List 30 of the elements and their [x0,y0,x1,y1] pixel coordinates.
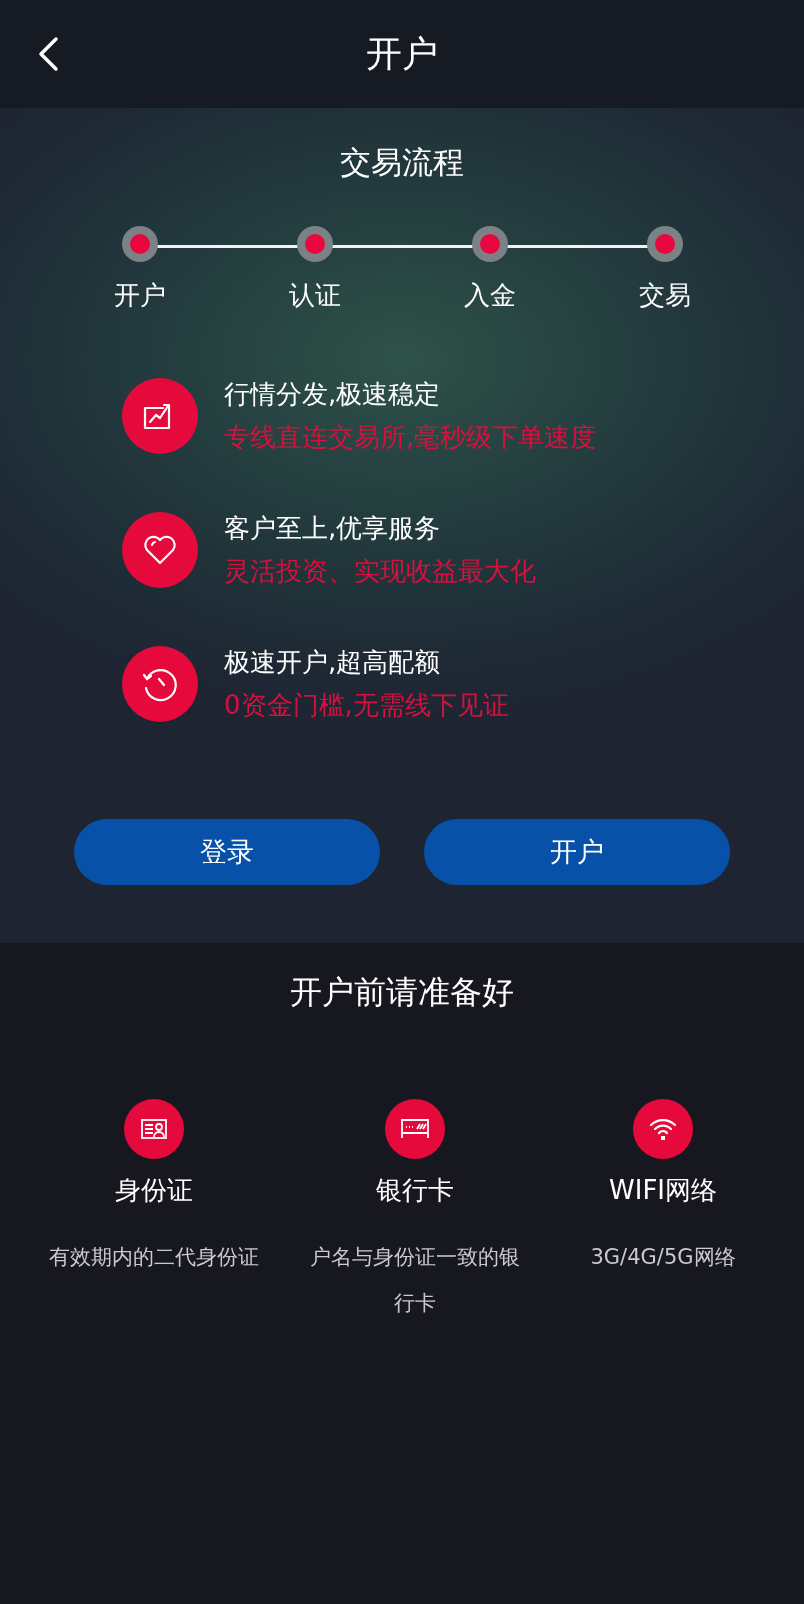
section-title: 交易流程 [340,143,464,182]
wifi-icon [649,1117,677,1141]
requirement-description: 3G/4G/5G网络 [590,1244,736,1271]
step-label: 入金 [463,279,516,312]
requirement-description: 有效期内的二代身份证 [49,1244,259,1271]
step-dot [646,226,683,262]
feature-subtitle: 灵活投资、实现收益最大化 [224,555,536,588]
bank-card-icon [401,1119,429,1139]
step-label: 开户 [113,279,166,312]
feature-title: 客户至上,优享服务 [224,512,442,545]
requirement-title: 身份证 [115,1174,193,1207]
step-dot [471,226,508,262]
action-button[interactable]: 登录 [74,819,380,885]
feature-subtitle: 0资金门槛,无需线下见证 [224,689,509,722]
requirement-description: 户名与身份证一致的银行卡 [309,1244,521,1317]
requirement-title: 银行卡 [376,1174,454,1207]
requirement-title: WIFI网络 [609,1174,717,1207]
action-button[interactable]: 开户 [424,819,730,885]
step-dot [296,226,333,262]
step-label: 认证 [288,279,341,312]
step-dot [121,226,158,262]
heart-icon [142,534,178,566]
feature-subtitle: 专线直连交易所,毫秒级下单速度 [224,421,597,454]
back-icon [37,36,59,72]
feature-title: 极速开户,超高配额 [224,646,442,679]
step-label: 交易 [638,279,691,312]
feature-title: 行情分发,极速稳定 [224,378,442,411]
page-title: 开户 [365,31,439,76]
section-title: 开户前请准备好 [290,972,514,1013]
id-card-icon [141,1119,167,1139]
